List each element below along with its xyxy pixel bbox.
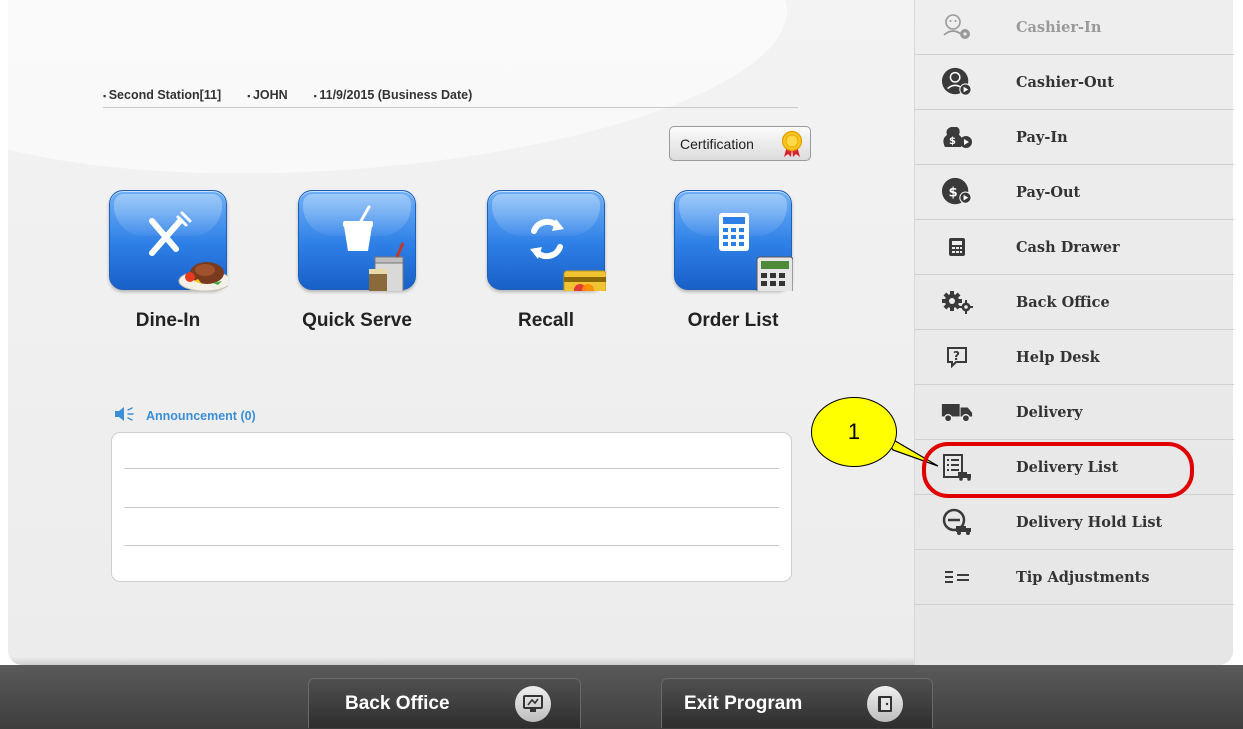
pos-main-screen: Second Station[11] JOHN 11/9/2015 (Busin… xyxy=(0,0,1243,729)
back-office-label: Back Office xyxy=(345,692,450,714)
exit-door-icon xyxy=(867,685,903,722)
callout-pointer xyxy=(879,431,939,467)
monitor-icon xyxy=(515,685,551,722)
exit-program-button[interactable]: Exit Program xyxy=(661,678,933,728)
callout-badge: 1 xyxy=(811,397,897,467)
exit-program-label: Exit Program xyxy=(684,692,803,714)
callout-highlight-ring xyxy=(922,442,1194,498)
bottom-toolbar: Back Office Exit Program xyxy=(0,665,1243,729)
back-office-button[interactable]: Back Office xyxy=(308,678,581,728)
